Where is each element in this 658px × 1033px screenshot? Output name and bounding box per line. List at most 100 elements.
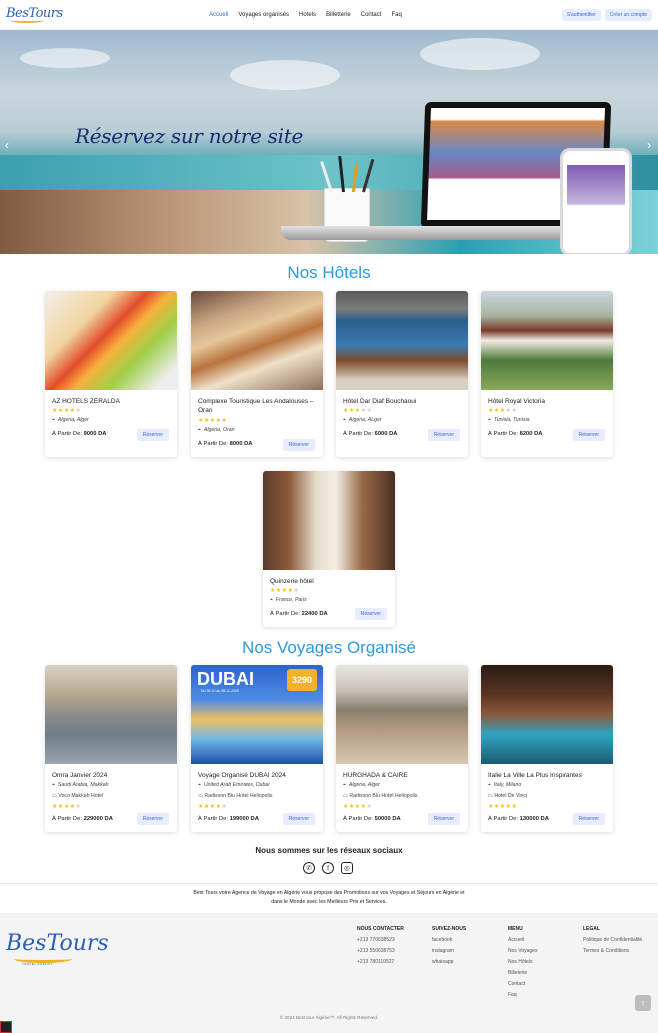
nav-link-billetterie[interactable]: Billetterie (326, 12, 351, 18)
footer-tagline: TRAVEL AGENCY (22, 962, 54, 966)
laptop-mockup (281, 102, 632, 254)
trip-card[interactable]: Italie La Ville La Plus Inspirantes ⌖ Ita… (481, 665, 613, 832)
footer-link-privacy[interactable]: Politique de Confidentialité (583, 935, 642, 946)
nav-link-accueil[interactable]: Accueil (209, 12, 228, 18)
location-pin-icon: ⌖ (488, 417, 491, 423)
footer-contact-title: NOUS CONTACTER (357, 926, 404, 932)
footer-link-billeterie[interactable]: Billeterie (508, 968, 537, 979)
hotel-card[interactable]: Hôtel Dar Diaf Bouchaoui ★★★★★ ⌖ Algeria,… (336, 291, 468, 457)
hotel-image (45, 291, 177, 390)
hotel-name: Complexe Touristique Les Andalouses – Or… (198, 398, 314, 414)
phone-number[interactable]: +213 780110527 (357, 957, 404, 968)
location-pin-icon: ⌖ (488, 782, 491, 788)
trip-image (336, 665, 468, 764)
hero-title: Réservez sur notre site (75, 124, 303, 148)
trip-price: À Partir De: 130000 DA (488, 816, 549, 822)
reserve-button[interactable]: Réserver (282, 813, 315, 825)
facebook-icon[interactable]: f (322, 862, 334, 874)
hotel-location: ⌖ France, Paris (270, 597, 307, 603)
footer-logo[interactable]: BesTours TRAVEL AGENCY (6, 931, 109, 966)
trip-card[interactable]: DUBAI Du 30-10 au 08-11-2023 3290 Voyage… (191, 665, 323, 832)
hotel-location: ⌖ Algeria, Oran (198, 427, 235, 433)
location-pin-icon: ⌖ (52, 782, 55, 788)
whatsapp-icon[interactable]: ✆ (303, 862, 315, 874)
hotel-location: ⌖ Algeria, Alger (52, 417, 89, 423)
star-rating: ★★★★★ (488, 804, 518, 810)
phone-number[interactable]: +213 550638753 (357, 946, 404, 957)
footer-link-whatsapp[interactable]: whatsapp (432, 957, 466, 968)
footer-link-hotels[interactable]: Nos Hôtels (508, 957, 537, 968)
location-pin-icon: ⌖ (343, 782, 346, 788)
nav-link-faq[interactable]: Faq (391, 12, 401, 18)
hotel-name: AZ HOTELS ZERALDA (52, 398, 120, 405)
hotel-card[interactable]: AZ HOTELS ZERALDA ★★★★★ ⌖ Algeria, Alger … (45, 291, 177, 457)
phone-number[interactable]: +213 770638523 (357, 935, 404, 946)
laptop-base (281, 226, 581, 240)
carousel-prev-button[interactable]: ‹ (5, 138, 9, 152)
star-rating: ★★★★★ (488, 408, 518, 414)
footer-link-contact[interactable]: Contact (508, 979, 537, 990)
trip-hotel: ▭ Voco Makkah Hotel (52, 793, 104, 799)
trips-section-title: Nos Voyages Organisé (242, 638, 416, 657)
poster-price-badge: 3290 (287, 669, 317, 691)
trip-name: HURGHADA & CAIRE (343, 772, 408, 779)
footer-link-voyages[interactable]: Nos Voyages (508, 946, 537, 957)
divider (0, 883, 658, 884)
hotel-price: À Partir De: 9000 DA (52, 431, 107, 437)
hotel-card[interactable]: Quinzerie hôtel ★★★★★ ⌖ France, Paris À P… (263, 471, 395, 627)
login-button[interactable]: S'authentifier (561, 9, 601, 21)
site-logo[interactable]: BesTours (6, 6, 63, 23)
top-navbar: BesTours Accueil Voyages organisés Hotel… (0, 0, 658, 30)
footer-link-accueil[interactable]: Accueil (508, 935, 537, 946)
phone-mockup (560, 148, 632, 254)
footer-menu-column: MENU Accueil Nos Voyages Nos Hôtels Bill… (508, 924, 537, 1001)
trip-name: Omra Janvier 2024 (52, 772, 108, 779)
reserve-button[interactable]: Réserver (572, 813, 605, 825)
footer-link-facebook[interactable]: facebook (432, 935, 466, 946)
nav-link-contact[interactable]: Contact (361, 12, 382, 18)
hotel-card[interactable]: Complexe Touristique Les Andalouses – Or… (191, 291, 323, 457)
instagram-icon[interactable]: ◎ (341, 862, 353, 874)
hotel-image (263, 471, 395, 570)
star-rating: ★★★★★ (343, 804, 373, 810)
social-icons: ✆ f ◎ (303, 862, 353, 874)
star-rating: ★★★★★ (198, 418, 228, 424)
trip-location: ⌖ Saudi Arabia, Makkah (52, 782, 109, 788)
hotel-location: ⌖ Tunisia, Tunisia (488, 417, 530, 423)
auth-buttons: S'authentifier Créer un compte (561, 9, 652, 21)
trip-price: À Partir De: 229000 DA (52, 816, 113, 822)
reserve-button[interactable]: Réserver (572, 429, 605, 441)
reserve-button[interactable]: Réserver (427, 429, 460, 441)
hotel-image (336, 291, 468, 390)
signup-button[interactable]: Créer un compte (604, 9, 652, 21)
copyright: © 2024 Best tour Algérie™. All Rights Re… (279, 1015, 379, 1020)
hotel-image (191, 291, 323, 390)
hotel-card[interactable]: Hôtel Royal Victoria ★★★★★ ⌖ Tunisia, Tun… (481, 291, 613, 457)
nav-link-hotels[interactable]: Hotels (299, 12, 316, 18)
location-pin-icon: ⌖ (52, 417, 55, 423)
cloud (230, 60, 340, 90)
reserve-button[interactable]: Réserver (136, 429, 169, 441)
reserve-button[interactable]: Réserver (354, 608, 387, 620)
footer-link-faq[interactable]: Faq (508, 990, 537, 1001)
footer-menu-title: MENU (508, 926, 523, 932)
reserve-button[interactable]: Réserver (427, 813, 460, 825)
logo-swoosh (10, 18, 44, 23)
nav-link-voyages[interactable]: Voyages organisés (238, 12, 289, 18)
reserve-button[interactable]: Réserver (282, 439, 315, 451)
hotel-name: Hôtel Royal Victoria (488, 398, 545, 405)
scroll-to-top-button[interactable]: ↑ (635, 995, 651, 1011)
hotel-name: Hôtel Dar Diaf Bouchaoui (343, 398, 417, 405)
trip-image (481, 665, 613, 764)
footer-link-instagram[interactable]: instagram (432, 946, 466, 957)
footer-link-terms[interactable]: Termes & Conditions (583, 946, 642, 957)
carousel-next-button[interactable]: › (647, 138, 651, 152)
poster-dates: Du 30-10 au 08-11-2023 (201, 689, 239, 693)
location-pin-icon: ⌖ (198, 782, 201, 788)
footer-legal-column: LEGAL Politique de Confidentialité Terme… (583, 924, 642, 957)
corner-widget[interactable] (0, 1021, 12, 1033)
trip-card[interactable]: HURGHADA & CAIRE ⌖ Algeria, Alger ▭ Radis… (336, 665, 468, 832)
trip-card[interactable]: Omra Janvier 2024 ⌖ Saudi Arabia, Makkah … (45, 665, 177, 832)
hotel-icon: ▭ (343, 793, 348, 799)
reserve-button[interactable]: Réserver (136, 813, 169, 825)
